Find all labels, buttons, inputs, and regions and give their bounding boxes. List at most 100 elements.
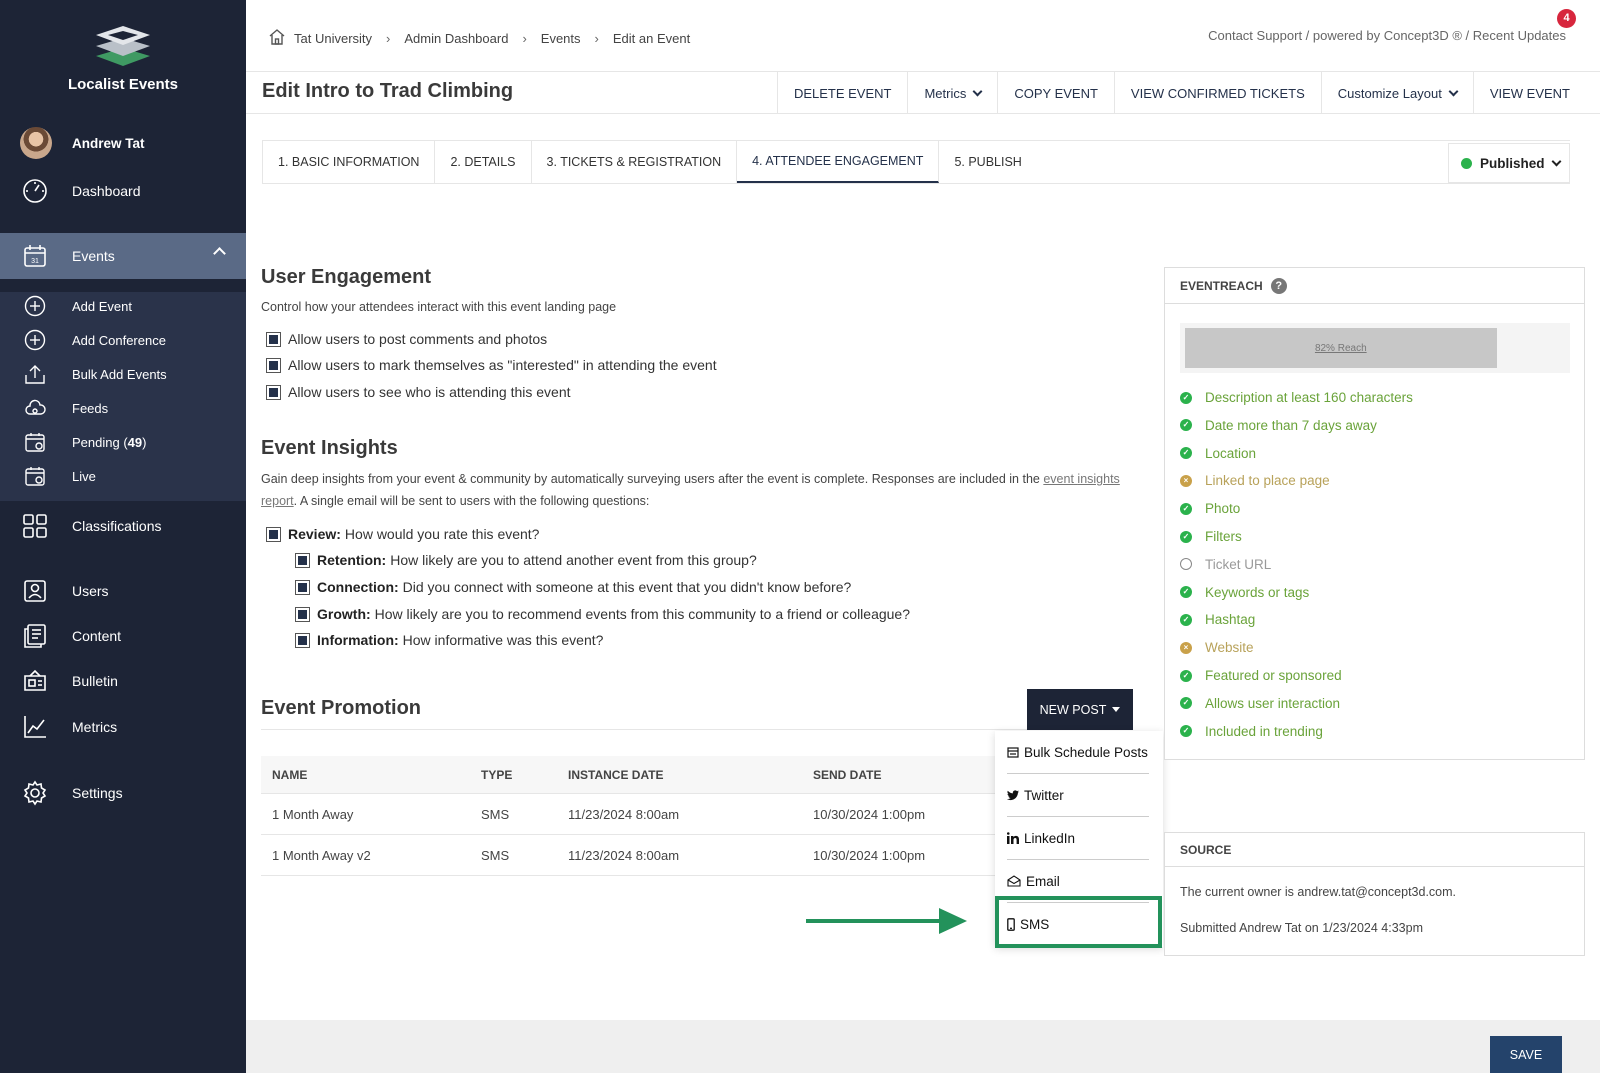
- tab-details[interactable]: 2. DETAILS: [435, 141, 532, 183]
- sidebar-item-add-conference[interactable]: Add Conference: [0, 323, 246, 357]
- view-confirmed-tickets-button[interactable]: VIEW CONFIRMED TICKETS: [1113, 72, 1321, 114]
- engagement-option: Allow users to mark themselves as "inter…: [266, 357, 717, 373]
- reach-label[interactable]: 82% Reach: [1315, 343, 1367, 354]
- view-event-button[interactable]: VIEW EVENT: [1472, 72, 1600, 114]
- reach-criterion: ✓ Filters: [1180, 529, 1242, 544]
- check-circle-icon: ✓: [1180, 419, 1192, 432]
- publish-status-dropdown[interactable]: Published: [1448, 143, 1570, 183]
- criterion-label: Filters: [1205, 529, 1242, 544]
- checkbox[interactable]: [266, 357, 281, 373]
- user-profile[interactable]: Andrew Tat: [0, 125, 246, 161]
- sidebar-item-feeds[interactable]: Feeds: [0, 391, 246, 425]
- sidebar-item-users[interactable]: Users: [0, 574, 246, 608]
- sidebar-item-label: Add Conference: [72, 332, 166, 348]
- cell-type: SMS: [481, 847, 510, 863]
- menu-item-twitter[interactable]: Twitter: [995, 774, 1163, 816]
- breadcrumb-item[interactable]: Events: [541, 31, 581, 46]
- customize-layout-dropdown[interactable]: Customize Layout: [1320, 72, 1473, 114]
- column-header-type[interactable]: TYPE: [481, 768, 568, 782]
- sidebar-item-content[interactable]: Content: [0, 619, 246, 653]
- checkbox[interactable]: [295, 632, 310, 648]
- checkbox[interactable]: [266, 331, 281, 347]
- metrics-dropdown[interactable]: Metrics: [907, 72, 997, 114]
- customize-layout-label: Customize Layout: [1337, 85, 1442, 101]
- reach-criterion: Ticket URL: [1180, 557, 1271, 572]
- column-header-send-date[interactable]: SEND DATE: [813, 768, 1001, 782]
- tab-publish[interactable]: 5. PUBLISH: [939, 141, 1036, 183]
- sidebar-item-dashboard[interactable]: Dashboard: [0, 174, 246, 208]
- sidebar-item-bulk-add-events[interactable]: Bulk Add Events: [0, 357, 246, 391]
- criterion-label: Photo: [1205, 501, 1241, 517]
- sidebar-item-events[interactable]: 31 Events: [0, 233, 246, 279]
- table-row[interactable]: 1 Month Away SMS 11/23/2024 8:00am 10/30…: [261, 794, 1001, 835]
- question-label: Information:: [317, 632, 399, 648]
- footer-bar: SAVE: [246, 1020, 1600, 1073]
- copy-event-button[interactable]: COPY EVENT: [997, 72, 1114, 114]
- sidebar-item-bulletin[interactable]: Bulletin: [0, 664, 246, 698]
- sidebar-item-label: Bulk Add Events: [72, 366, 167, 382]
- insight-question-retention: Retention: How likely are you to attend a…: [295, 552, 757, 568]
- insight-question-information: Information: How informative was this eve…: [295, 632, 603, 648]
- check-circle-icon: ✓: [1180, 697, 1192, 710]
- sidebar-item-metrics[interactable]: Metrics: [0, 710, 246, 744]
- breadcrumb-item[interactable]: Admin Dashboard: [404, 31, 508, 46]
- reach-criterion: × Website: [1180, 640, 1254, 655]
- support-links[interactable]: Contact Support / powered by Concept3D ®…: [1208, 28, 1566, 43]
- reach-criterion: ✓ Featured or sponsored: [1180, 668, 1342, 683]
- criterion-label: Location: [1205, 445, 1257, 461]
- caret-down-icon: [1112, 707, 1121, 712]
- column-header-instance-date[interactable]: INSTANCE DATE: [568, 768, 813, 782]
- criterion-label: Linked to place page: [1205, 473, 1330, 489]
- checkbox[interactable]: [266, 526, 281, 542]
- source-submitted: Submitted Andrew Tat on 1/23/2024 4:33pm: [1180, 921, 1423, 935]
- menu-item-linkedin[interactable]: LinkedIn: [995, 817, 1163, 859]
- sms-highlight-box: [995, 896, 1162, 948]
- checkbox[interactable]: [295, 552, 310, 568]
- tab-basic-information[interactable]: 1. BASIC INFORMATION: [263, 141, 436, 183]
- menu-item-label: Email: [1026, 873, 1060, 889]
- column-header-name[interactable]: NAME: [261, 768, 481, 782]
- breadcrumb-item: Edit an Event: [612, 31, 691, 46]
- sidebar-item-label: Feeds: [72, 400, 109, 416]
- reach-criterion: ✓ Description at least 160 characters: [1180, 390, 1413, 405]
- home-icon[interactable]: [268, 28, 286, 49]
- breadcrumb-item[interactable]: Tat University: [294, 31, 372, 46]
- help-icon[interactable]: ?: [1270, 277, 1287, 294]
- title-bar: Edit Intro to Trad Climbing DELETE EVENT…: [246, 72, 1600, 114]
- new-post-button[interactable]: NEW POST: [1027, 689, 1133, 730]
- document-icon: [20, 621, 50, 651]
- menu-item-bulk-schedule-posts[interactable]: Bulk Schedule Posts: [995, 731, 1163, 773]
- notification-badge[interactable]: 4: [1557, 9, 1576, 28]
- reach-criterion: ✓ Date more than 7 days away: [1180, 418, 1377, 433]
- chevron-up-icon[interactable]: [213, 247, 226, 260]
- save-button[interactable]: SAVE: [1490, 1036, 1562, 1073]
- upload-icon: [22, 361, 48, 387]
- sidebar-item-settings[interactable]: Settings: [0, 776, 246, 810]
- question-text: Did you connect with someone at this eve…: [402, 579, 852, 595]
- table-row[interactable]: 1 Month Away v2 SMS 11/23/2024 8:00am 10…: [261, 835, 1001, 876]
- checkbox[interactable]: [266, 384, 281, 400]
- reach-criterion: ✓ Allows user interaction: [1180, 696, 1340, 711]
- cell-send-date: 10/30/2024 1:00pm: [813, 806, 926, 822]
- sidebar-item-pending[interactable]: Pending (49): [0, 425, 246, 459]
- source-panel: SOURCE The current owner is andrew.tat@c…: [1164, 832, 1585, 956]
- delete-event-button[interactable]: DELETE EVENT: [776, 72, 908, 114]
- sidebar-item-add-event[interactable]: Add Event: [0, 289, 246, 323]
- tab-attendee-engagement[interactable]: 4. ATTENDEE ENGAGEMENT: [737, 141, 940, 183]
- checkbox[interactable]: [295, 606, 310, 622]
- grid-icon: [20, 511, 50, 541]
- chevron-down-icon: [972, 86, 983, 96]
- cloud-icon: [22, 395, 48, 421]
- sidebar-item-live[interactable]: Live: [0, 459, 246, 493]
- tab-tickets-registration[interactable]: 3. TICKETS & REGISTRATION: [532, 141, 738, 183]
- checkbox[interactable]: [295, 579, 310, 595]
- sidebar-item-label: Settings: [72, 785, 123, 801]
- criterion-label: Included in trending: [1205, 723, 1323, 739]
- pending-label-suffix: ): [142, 434, 147, 450]
- option-label: Allow users to see who is attending this…: [288, 384, 571, 400]
- sidebar-item-label: Classifications: [72, 518, 162, 534]
- app-name: Localist Events: [67, 76, 179, 93]
- check-circle-icon: ✓: [1180, 391, 1192, 404]
- sidebar-item-label: Metrics: [72, 719, 118, 735]
- sidebar-item-classifications[interactable]: Classifications: [0, 509, 246, 543]
